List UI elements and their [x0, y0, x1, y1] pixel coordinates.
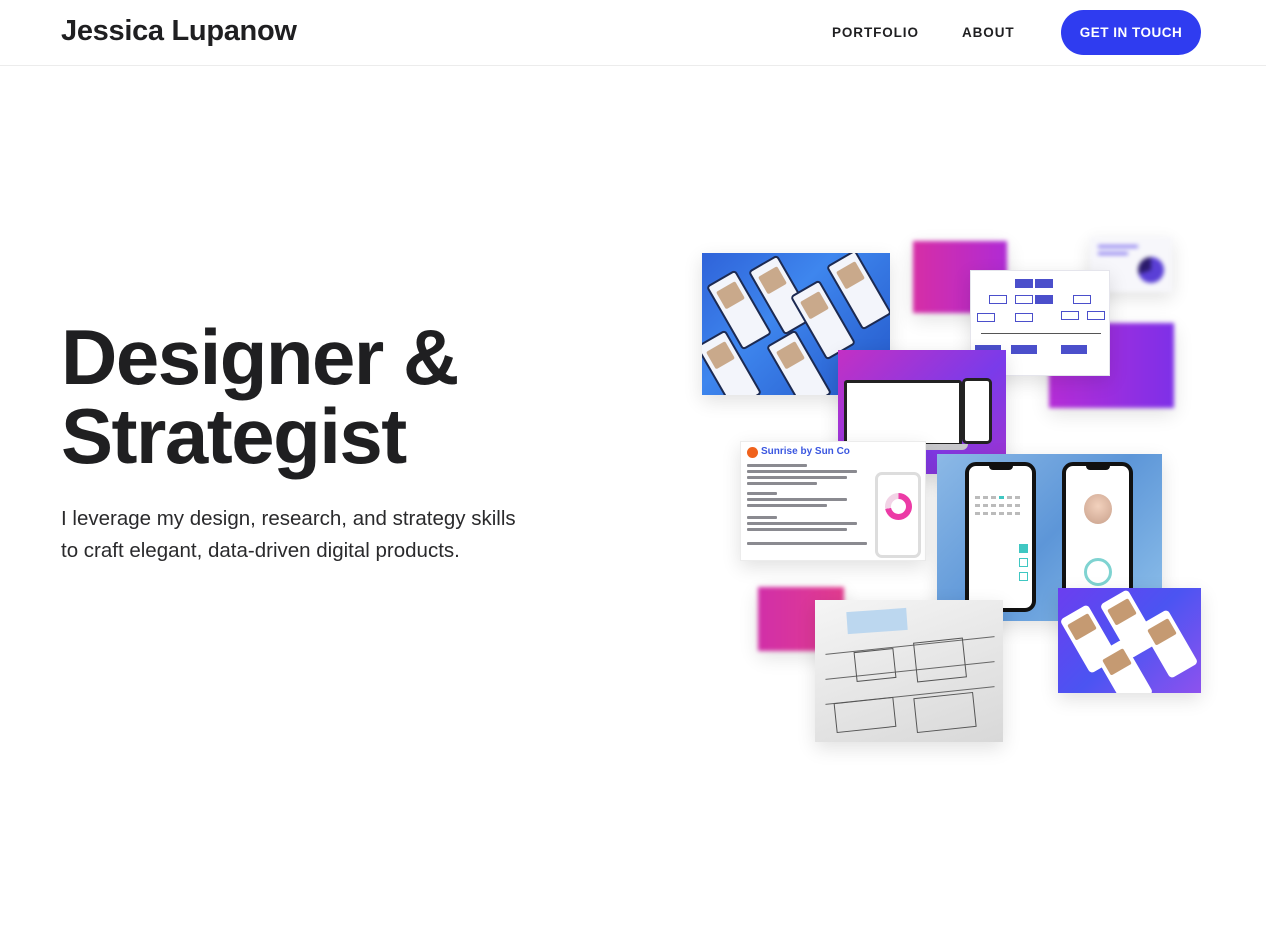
hero-title-line1: Designer &: [61, 313, 459, 401]
collage-tile-violet-app: [1058, 588, 1201, 693]
hero-title-line2: Strategist: [61, 392, 407, 480]
pie-chart-icon: [1138, 257, 1164, 283]
collage-tile-sketch-photo: [815, 600, 1003, 742]
face-photo: [1084, 494, 1112, 524]
sun-icon: [747, 447, 758, 458]
phone-calendar-icon: [965, 462, 1036, 612]
progress-ring-icon: [885, 493, 912, 520]
portfolio-collage: Sunrise by Sun Co: [700, 235, 1205, 745]
get-in-touch-button[interactable]: GET IN TOUCH: [1061, 10, 1201, 55]
site-header: Jessica Lupanow PORTFOLIO ABOUT GET IN T…: [0, 0, 1266, 66]
nav-link-about[interactable]: ABOUT: [962, 25, 1015, 40]
hero-subtitle: I leverage my design, research, and stra…: [61, 507, 516, 562]
phone-icon: [875, 472, 921, 558]
phone-icon: [962, 378, 992, 444]
timer-ring-icon: [1084, 558, 1112, 586]
nav-link-portfolio[interactable]: PORTFOLIO: [832, 25, 919, 40]
doc-title: Sunrise by Sun Co: [761, 446, 850, 457]
laptop-icon: [844, 380, 962, 446]
collage-tile-sunrise-doc: Sunrise by Sun Co: [740, 441, 926, 561]
hero-title: Designer & Strategist: [61, 318, 581, 476]
site-logo[interactable]: Jessica Lupanow: [61, 15, 297, 48]
